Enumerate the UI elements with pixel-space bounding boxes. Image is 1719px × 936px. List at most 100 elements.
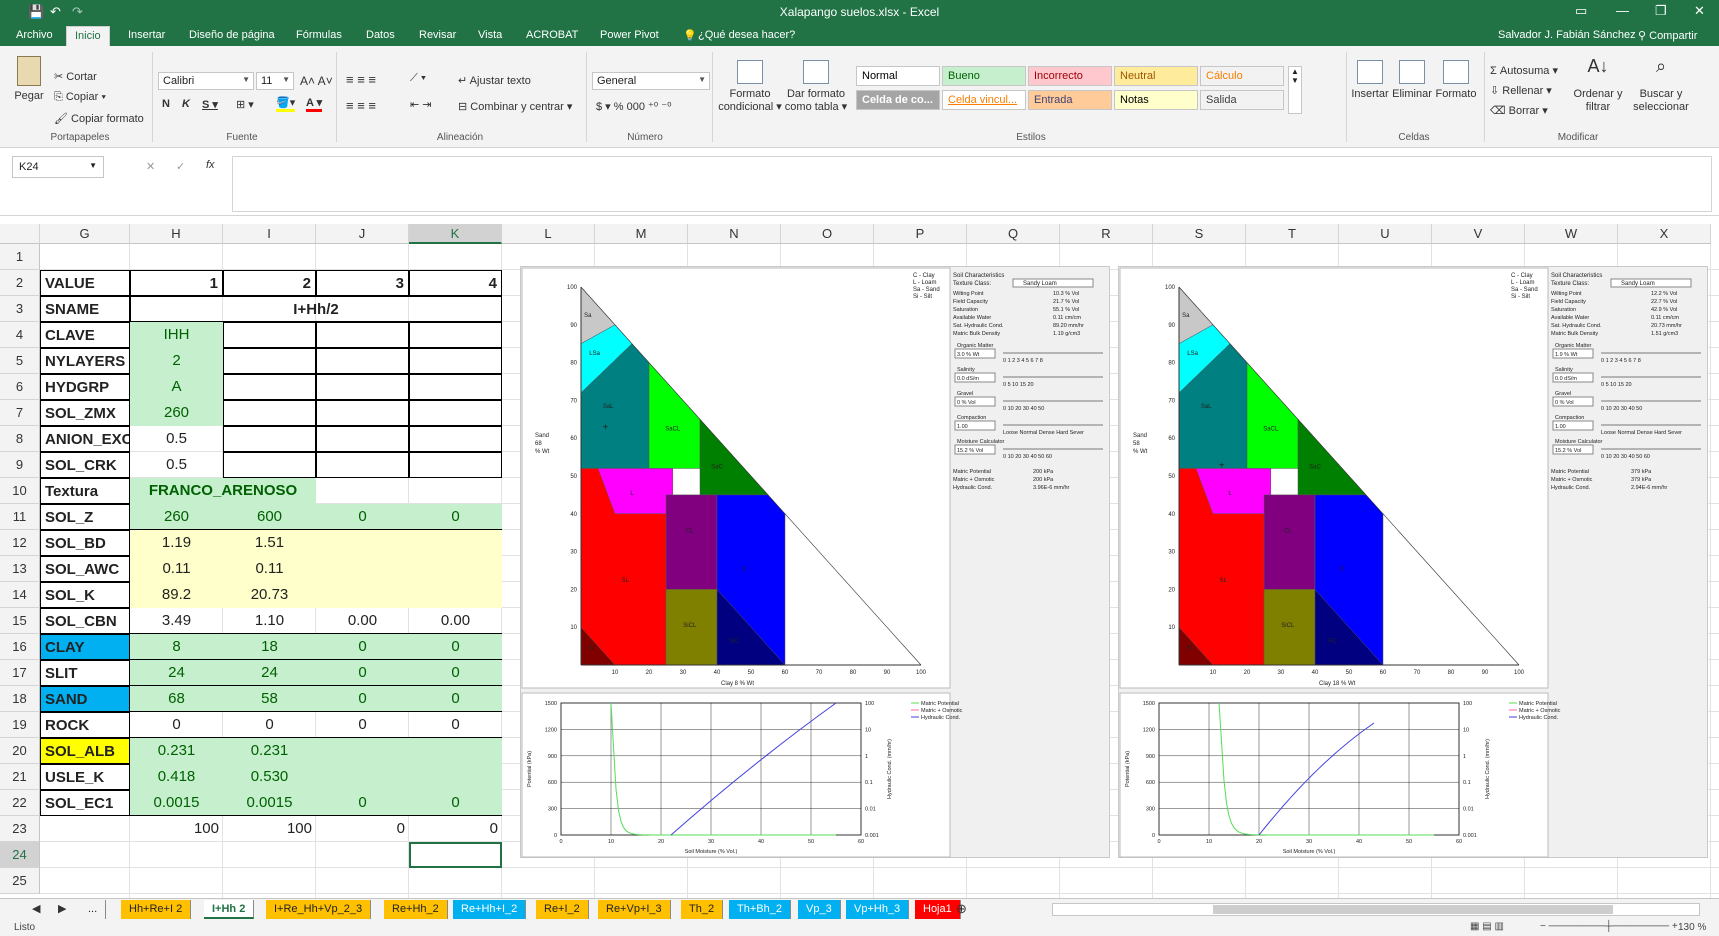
data-cell[interactable]: IHH	[130, 322, 223, 348]
enter-formula-icon[interactable]: ✓	[176, 160, 185, 173]
empty-cell[interactable]	[223, 452, 316, 478]
name-box[interactable]: K24 ▼	[12, 156, 104, 178]
row-header-2[interactable]: 2	[0, 270, 40, 296]
styles-scroll-icon[interactable]: ▲ ▼	[1288, 66, 1302, 114]
sol_z-cell[interactable]: 0	[316, 504, 409, 530]
font-size-combo[interactable]: 11 ▼	[256, 72, 294, 90]
tab-vista[interactable]: Vista	[478, 29, 502, 41]
cut-button[interactable]: ✂ Cortar	[54, 70, 97, 83]
sol_alb-cell[interactable]	[409, 738, 502, 764]
find-select-button[interactable]: ⌕ Buscar y seleccionar	[1630, 57, 1692, 114]
row-label[interactable]: HYDGRP	[40, 374, 130, 400]
sand-cell[interactable]: 0	[316, 686, 409, 712]
sheet-tab[interactable]: Vp_3	[798, 900, 841, 919]
column-header-Q[interactable]: Q	[967, 224, 1060, 244]
zoom-slider[interactable]: − ────────┼──────── +	[1540, 921, 1678, 932]
horizontal-scrollbar[interactable]	[1052, 903, 1700, 916]
column-header-M[interactable]: M	[595, 224, 688, 244]
fill-color-button[interactable]: 🪣▾	[276, 96, 296, 112]
sheet-tab[interactable]: I+Hh 2	[204, 900, 255, 919]
scrollbar-thumb[interactable]	[1213, 905, 1613, 914]
row-label[interactable]: CLAVE	[40, 322, 130, 348]
ribbon-display-icon[interactable]: ▭	[1575, 3, 1587, 19]
empty-cell[interactable]	[409, 400, 502, 426]
row-header-11[interactable]: 11	[0, 504, 40, 530]
column-header-N[interactable]: N	[688, 224, 781, 244]
sand-cell[interactable]: 58	[223, 686, 316, 712]
paste-button[interactable]: Pegar	[14, 56, 44, 103]
soil-water-chart-1[interactable]: Sa LSa SaL SaCL SaC L CL C SL SiCL SiC Si 10 20 30 40 50…	[520, 266, 1110, 858]
number-format-combo[interactable]: General ▼	[592, 72, 710, 90]
sol_awc-cell[interactable]: 0.11	[223, 556, 316, 582]
sol_bd-cell[interactable]	[409, 530, 502, 556]
empty-cell[interactable]	[409, 322, 502, 348]
row-header-24[interactable]: 24	[0, 842, 40, 868]
total-cell[interactable]: 0	[409, 816, 502, 842]
row-label[interactable]: SAND	[40, 686, 130, 712]
row-header-8[interactable]: 8	[0, 426, 40, 452]
row-label[interactable]: SOL_K	[40, 582, 130, 608]
usle_k-cell[interactable]	[409, 764, 502, 790]
cell-style-5[interactable]: Celda de co...	[856, 90, 940, 110]
sheet-tab[interactable]: Re+Hh+I_2	[453, 900, 527, 919]
rock-cell[interactable]: 0	[409, 712, 502, 738]
value-cell[interactable]: 1	[130, 270, 223, 296]
column-header-R[interactable]: R	[1060, 224, 1153, 244]
view-buttons[interactable]: ▦ ▤ ▥	[1470, 921, 1504, 932]
empty-cell[interactable]	[316, 374, 409, 400]
empty-cell[interactable]	[409, 426, 502, 452]
sol_alb-cell[interactable]: 0.231	[130, 738, 223, 764]
cell-style-7[interactable]: Entrada	[1028, 90, 1112, 110]
row-header-7[interactable]: 7	[0, 400, 40, 426]
row-header-5[interactable]: 5	[0, 348, 40, 374]
sol_alb-cell[interactable]	[316, 738, 409, 764]
row-header-22[interactable]: 22	[0, 790, 40, 816]
sheet-tab[interactable]: Hh+Re+I 2	[121, 900, 192, 919]
scroll-tabs-left-icon[interactable]: ◀	[32, 902, 40, 915]
row-header-14[interactable]: 14	[0, 582, 40, 608]
row-label[interactable]: Textura	[40, 478, 130, 504]
sol_z-cell[interactable]: 600	[223, 504, 316, 530]
underline-button[interactable]: S ▾	[202, 98, 218, 111]
usle_k-cell[interactable]	[316, 764, 409, 790]
rock-cell[interactable]: 0	[223, 712, 316, 738]
conditional-format-button[interactable]: Formato condicional ▾	[716, 60, 784, 114]
column-header-K[interactable]: K	[409, 224, 502, 244]
column-header-I[interactable]: I	[223, 224, 316, 244]
slit-cell[interactable]: 24	[130, 660, 223, 686]
data-cell[interactable]: 0.5	[130, 452, 223, 478]
wrap-text-button[interactable]: ↵ Ajustar texto	[458, 74, 531, 87]
sheet-tab[interactable]: Re+I_2	[536, 900, 589, 919]
clay-cell[interactable]: 0	[316, 634, 409, 660]
sheet-tab[interactable]: I+Re_Hh+Vp_2_3	[266, 900, 372, 919]
align-top-icons[interactable]: ≡ ≡ ≡	[346, 72, 376, 87]
sort-filter-button[interactable]: A↓ Ordenar y filtrar	[1570, 57, 1626, 114]
sol_ec1-cell[interactable]: 0	[316, 790, 409, 816]
row-header-17[interactable]: 17	[0, 660, 40, 686]
italic-button[interactable]: K	[182, 98, 190, 110]
column-header-X[interactable]: X	[1618, 224, 1711, 244]
row-label[interactable]: SOL_BD	[40, 530, 130, 556]
column-header-V[interactable]: V	[1432, 224, 1525, 244]
empty-cell[interactable]	[316, 400, 409, 426]
sheet-tab[interactable]: Re+Vp+I_3	[598, 900, 671, 919]
column-header-H[interactable]: H	[130, 224, 223, 244]
column-header-J[interactable]: J	[316, 224, 409, 244]
zoom-level[interactable]: 130 %	[1678, 922, 1706, 933]
row-header-4[interactable]: 4	[0, 322, 40, 348]
data-cell[interactable]: 0.5	[130, 426, 223, 452]
formula-input[interactable]	[232, 156, 1712, 212]
row-label[interactable]: SOL_ALB	[40, 738, 130, 764]
restore-icon[interactable]: ❐	[1655, 3, 1667, 19]
sol_cbn-cell[interactable]: 0.00	[316, 608, 409, 634]
cancel-formula-icon[interactable]: ✕	[146, 160, 155, 173]
sand-cell[interactable]: 68	[130, 686, 223, 712]
rock-cell[interactable]: 0	[130, 712, 223, 738]
indent-icons[interactable]: ⇤ ⇥	[410, 98, 432, 111]
empty-cell[interactable]	[409, 452, 502, 478]
row-header-12[interactable]: 12	[0, 530, 40, 556]
active-cell-k24[interactable]	[409, 842, 502, 868]
value-cell[interactable]: 2	[223, 270, 316, 296]
sol_cbn-cell[interactable]: 1.10	[223, 608, 316, 634]
sol_awc-cell[interactable]	[409, 556, 502, 582]
